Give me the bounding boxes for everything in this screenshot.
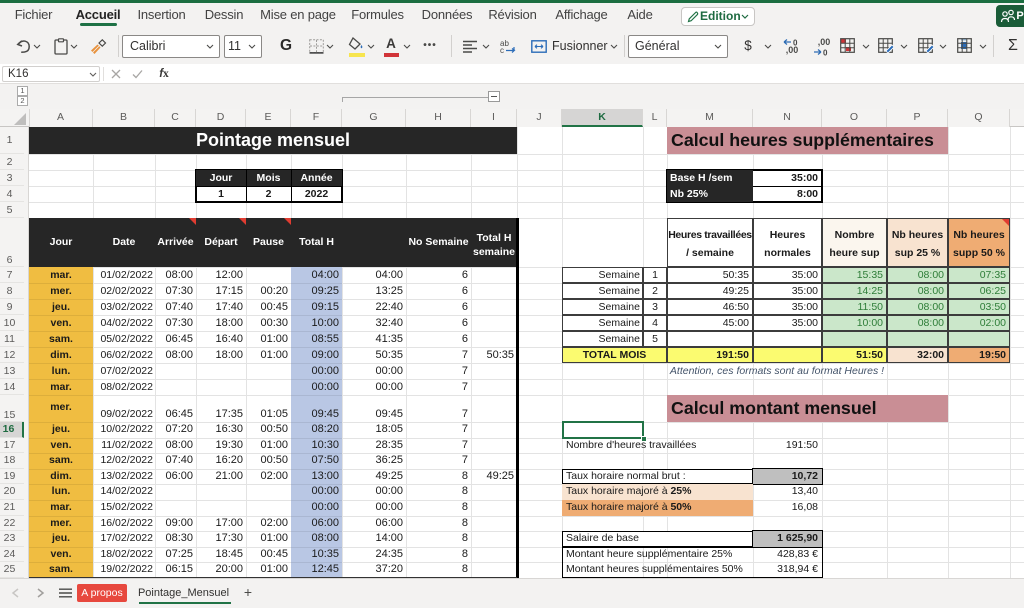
svg-text:c: c [500,46,504,54]
svg-text:0: 0 [823,49,828,57]
